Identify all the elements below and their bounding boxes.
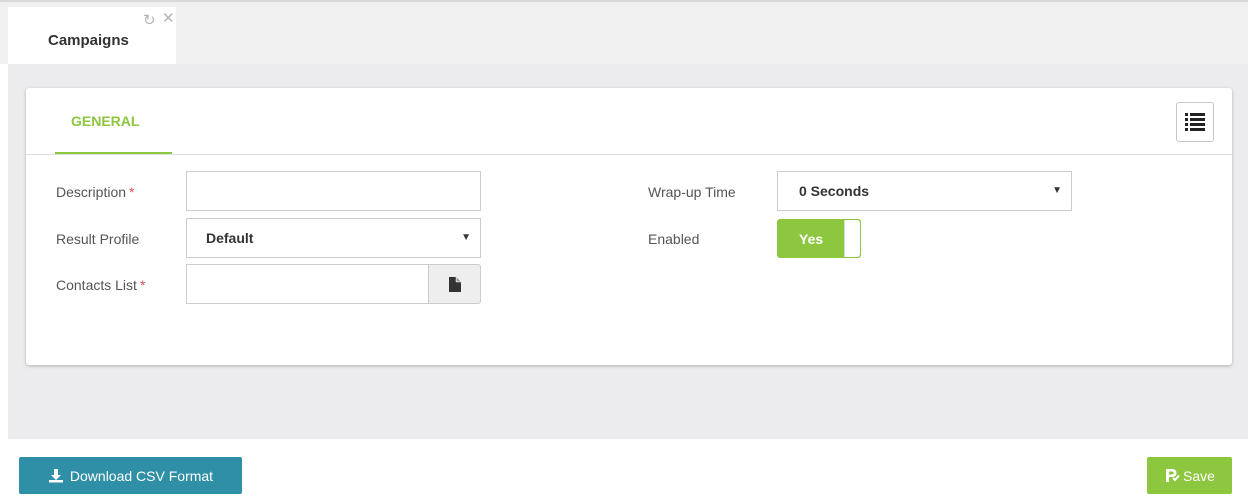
save-label: Save	[1183, 467, 1215, 484]
chevron-down-icon: ▼	[1052, 185, 1062, 196]
download-csv-button[interactable]: Download CSV Format	[19, 457, 242, 494]
wrapup-time-select[interactable]: 0 Seconds ▼	[777, 171, 1072, 211]
enabled-toggle-label: Yes	[799, 231, 824, 247]
download-csv-label: Download CSV Format	[69, 467, 214, 484]
result-profile-select[interactable]: Default ▼	[186, 218, 481, 258]
contacts-list-input[interactable]	[186, 264, 429, 304]
required-mark: *	[129, 184, 135, 200]
save-button[interactable]: Save	[1147, 457, 1232, 494]
refresh-icon[interactable]: ↻	[143, 11, 156, 29]
enabled-label: Enabled	[648, 231, 700, 247]
file-icon	[449, 277, 461, 292]
tab-general-label: GENERAL	[71, 113, 140, 129]
wrapup-time-value: 0 Seconds	[799, 183, 870, 199]
result-profile-value: Default	[206, 230, 254, 246]
description-label: Description *	[56, 184, 135, 200]
list-icon	[1185, 113, 1205, 131]
file-browse-button[interactable]	[428, 264, 481, 304]
tab-bar: Campaigns ↻ ✕	[0, 0, 1248, 66]
result-profile-label: Result Profile	[56, 231, 140, 247]
tab-title: Campaigns	[48, 32, 129, 49]
download-icon	[48, 469, 63, 483]
wrapup-time-label: Wrap-up Time	[648, 184, 736, 200]
card-tab-strip: GENERAL	[26, 88, 1232, 155]
description-input[interactable]	[186, 171, 481, 211]
required-mark: *	[139, 277, 146, 293]
chevron-down-icon: ▼	[461, 232, 471, 243]
tab-general[interactable]: GENERAL	[55, 88, 172, 154]
contacts-list-label: Contacts List *	[56, 277, 146, 293]
enabled-toggle[interactable]: Yes	[777, 219, 861, 258]
tab-campaigns[interactable]: Campaigns ↻ ✕	[8, 7, 176, 66]
list-view-button[interactable]	[1176, 102, 1214, 142]
close-icon[interactable]: ✕	[162, 9, 175, 27]
save-icon	[1166, 469, 1180, 482]
toggle-knob[interactable]	[844, 220, 860, 257]
